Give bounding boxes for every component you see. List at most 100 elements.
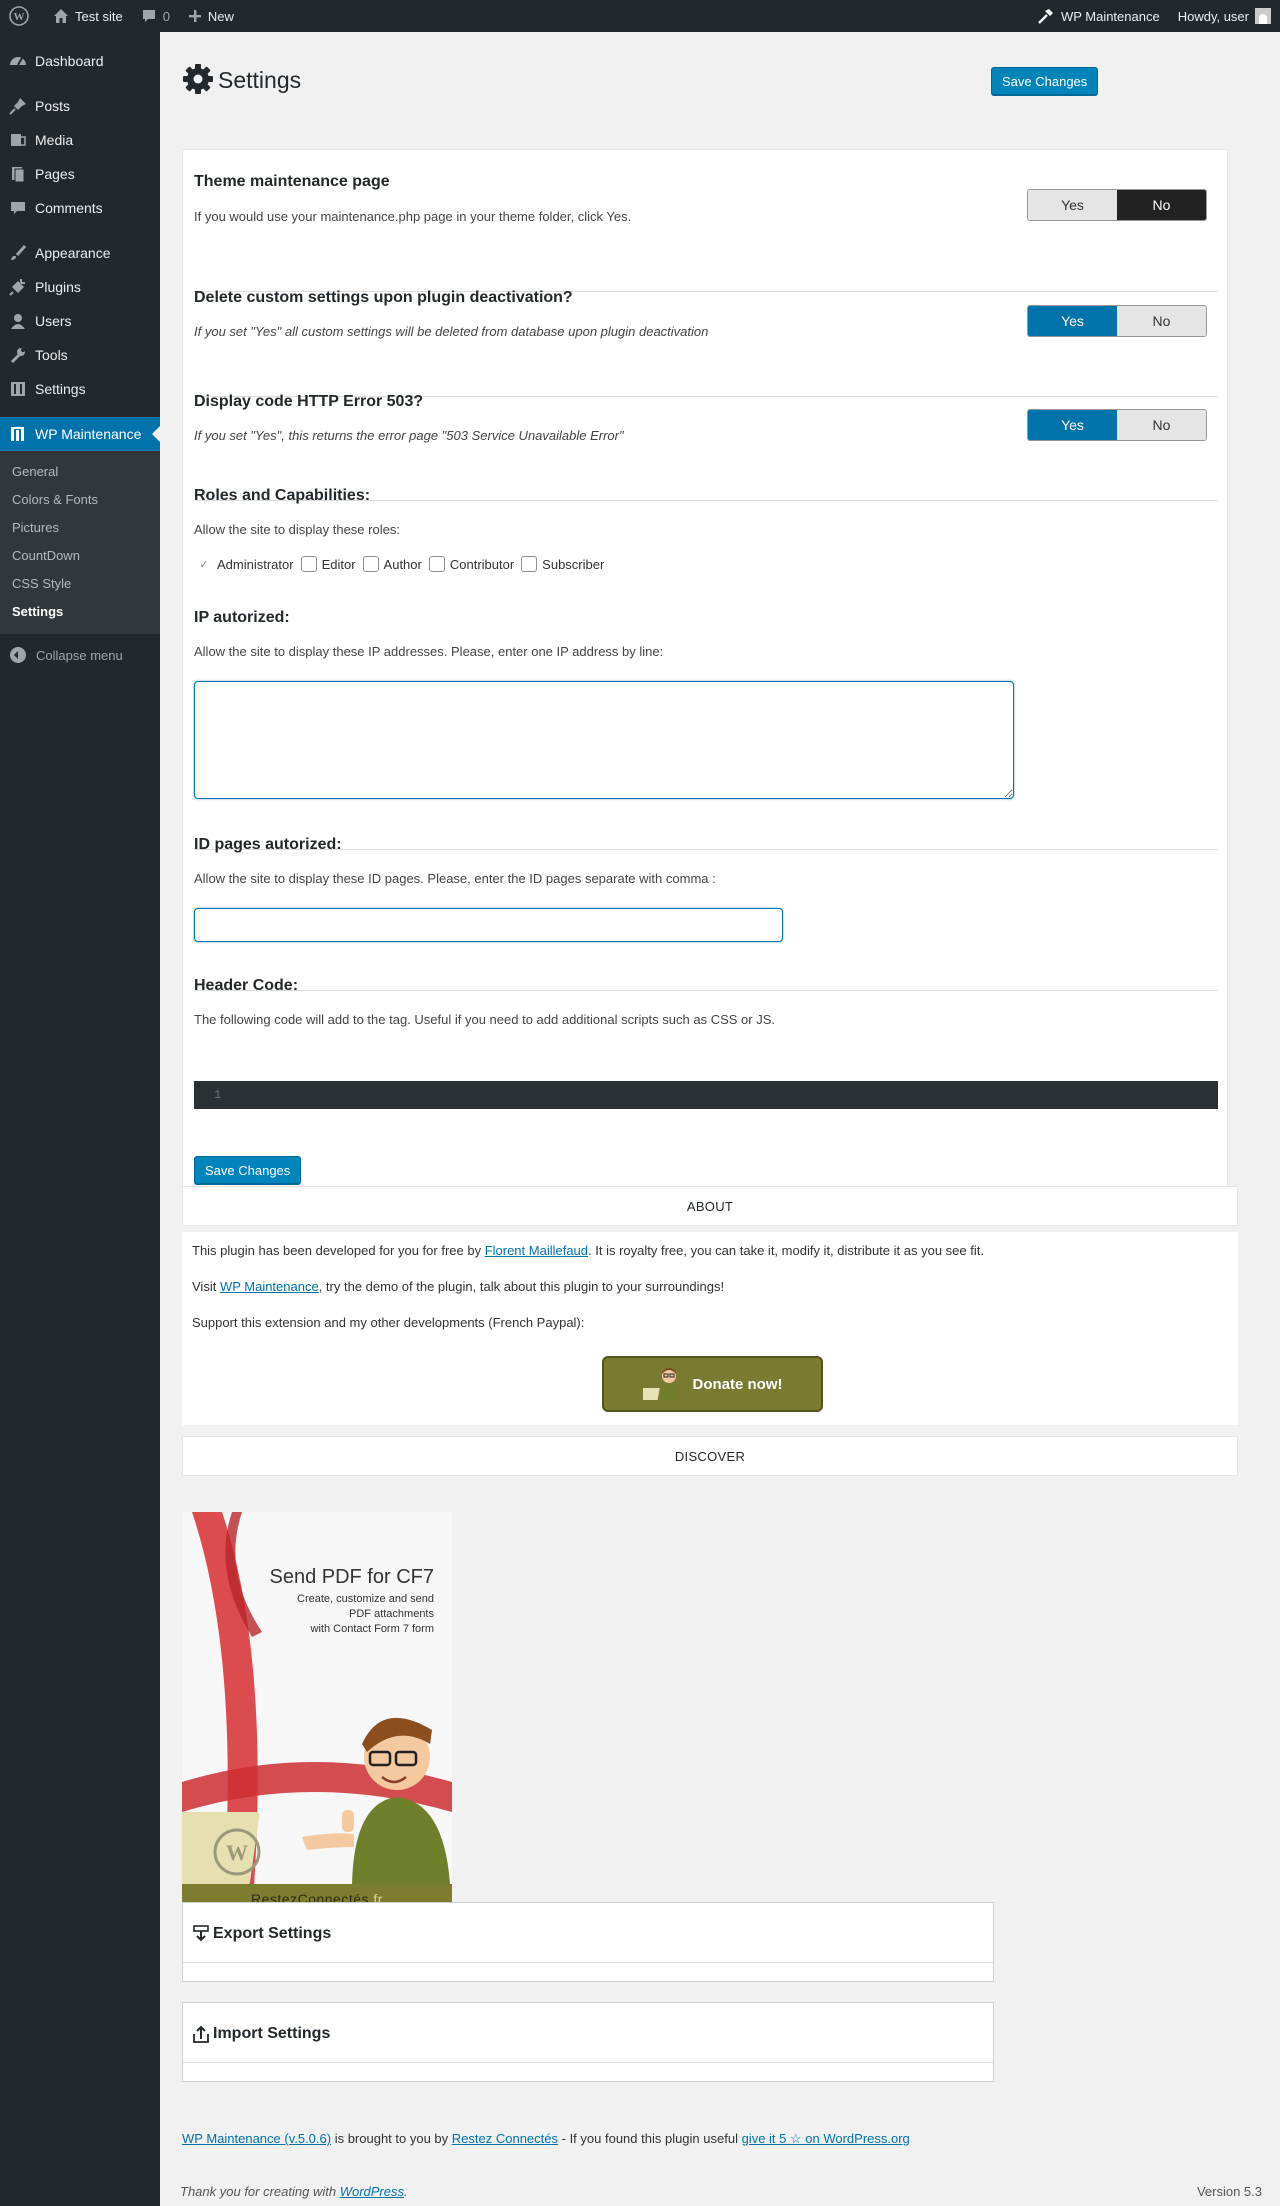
setting-header-code: Header Code: The following code will add… xyxy=(194,977,1218,1027)
comments-link[interactable]: 0 xyxy=(132,0,179,32)
new-label: New xyxy=(207,8,234,24)
text: . xyxy=(404,2184,408,2199)
submenu-colors-fonts[interactable]: Colors & Fonts xyxy=(0,486,160,514)
import-settings-box: Import Settings xyxy=(182,2002,994,2082)
error-503-toggle: Yes No xyxy=(1027,409,1207,441)
avatar xyxy=(1255,8,1271,24)
donate-button[interactable]: Donate now! xyxy=(602,1356,823,1412)
svg-text:W: W xyxy=(226,1840,248,1865)
pages-icon xyxy=(8,164,28,184)
restez-connectes-link[interactable]: Restez Connectés xyxy=(452,2131,558,2146)
wordpress-link[interactable]: WordPress xyxy=(340,2184,404,2199)
author-link[interactable]: Florent Maillefaud xyxy=(485,1243,588,1258)
wp-maintenance-icon xyxy=(8,424,28,444)
import-settings-header[interactable]: Import Settings xyxy=(193,2025,330,2043)
comments-icon xyxy=(8,198,28,218)
admin-bar: W Test site 0 New WP Maintenance Howdy, … xyxy=(0,0,1280,32)
sidebar-item-media[interactable]: Media xyxy=(0,123,160,157)
setting-title: Roles and Capabilities: xyxy=(194,487,371,504)
toggle-no[interactable]: No xyxy=(1117,306,1206,336)
save-changes-button-bottom[interactable]: Save Changes xyxy=(194,1156,302,1184)
setting-theme-page: Theme maintenance page If you would use … xyxy=(194,173,1218,224)
paintbrush-icon xyxy=(8,243,28,263)
page-header: Settings xyxy=(182,63,301,98)
ip-addresses-textarea[interactable] xyxy=(194,681,1014,799)
settings-panel: Theme maintenance page If you would use … xyxy=(182,149,1228,1187)
donate-character-icon xyxy=(637,1364,683,1404)
roles-checkboxes: ✓ Administrator Editor Author Contributor… xyxy=(194,556,1218,572)
wrench-icon xyxy=(8,345,28,365)
sidebar-item-dashboard[interactable]: Dashboard xyxy=(0,44,160,78)
import-settings-title: Import Settings xyxy=(213,2025,331,2042)
sidebar-item-appearance[interactable]: Appearance xyxy=(0,236,160,270)
sidebar-item-pages[interactable]: Pages xyxy=(0,157,160,191)
sidebar-item-users[interactable]: Users xyxy=(0,304,160,338)
role-label: Subscriber xyxy=(542,556,605,572)
text: This plugin has been developed for you f… xyxy=(192,1243,485,1258)
export-settings-header[interactable]: Export Settings xyxy=(193,1925,331,1943)
ad-line: with Contact Form 7 form xyxy=(310,1623,434,1635)
sidebar-item-label: Comments xyxy=(35,200,103,216)
wp-maintenance-link[interactable]: WP Maintenance xyxy=(220,1279,319,1294)
sidebar-item-label: Plugins xyxy=(35,279,81,295)
dashboard-icon xyxy=(8,51,28,71)
sidebar-item-tools[interactable]: Tools xyxy=(0,338,160,372)
role-label: Contributor xyxy=(449,556,515,572)
sidebar-item-label: Media xyxy=(35,132,74,148)
hammer-icon xyxy=(1037,7,1055,25)
new-content-link[interactable]: New xyxy=(179,0,243,32)
setting-error-503: Display code HTTP Error 503? If you set … xyxy=(194,393,1218,443)
setting-id-pages: ID pages autorized: Allow the site to di… xyxy=(194,836,1218,886)
checkbox-subscriber[interactable] xyxy=(521,556,538,572)
checkbox-contributor[interactable] xyxy=(428,556,445,572)
toggle-no[interactable]: No xyxy=(1117,190,1206,220)
submenu-countdown[interactable]: CountDown xyxy=(0,542,160,570)
sidebar-item-comments[interactable]: Comments xyxy=(0,191,160,225)
site-name-link[interactable]: Test site xyxy=(44,0,132,32)
main-content: Settings Save Changes Theme maintenance … xyxy=(160,32,1280,2206)
submenu-css-style[interactable]: CSS Style xyxy=(0,570,160,598)
about-body: This plugin has been developed for you f… xyxy=(182,1232,1238,1425)
wp-maintenance-adminbar-link[interactable]: WP Maintenance xyxy=(1028,0,1169,32)
page-title: Settings xyxy=(218,67,302,93)
divider xyxy=(183,1962,993,1963)
submenu-pictures[interactable]: Pictures xyxy=(0,514,160,542)
export-settings-box: Export Settings xyxy=(182,1902,994,1982)
sidebar-item-wp-maintenance[interactable]: WP Maintenance xyxy=(0,417,160,451)
plugin-version-link[interactable]: WP Maintenance (v.5.0.6) xyxy=(182,2131,331,2146)
sidebar-item-plugins[interactable]: Plugins xyxy=(0,270,160,304)
submenu-settings[interactable]: Settings xyxy=(0,598,160,626)
donate-label: Donate now! xyxy=(692,1375,783,1393)
my-account-link[interactable]: Howdy, user xyxy=(1169,0,1280,32)
about-paragraph-1: This plugin has been developed for you f… xyxy=(192,1243,1228,1258)
sidebar-item-settings[interactable]: Settings xyxy=(0,372,160,406)
collapse-menu-button[interactable]: Collapse menu xyxy=(0,638,160,672)
setting-delete-settings: Delete custom settings upon plugin deact… xyxy=(194,289,1218,339)
toggle-no[interactable]: No xyxy=(1117,410,1206,440)
sidebar-item-label: Appearance xyxy=(35,245,111,261)
rate-plugin-link[interactable]: give it 5 ☆ on WordPress.org xyxy=(742,2131,910,2146)
id-pages-input[interactable] xyxy=(194,908,783,942)
setting-description: Allow the site to display these roles: xyxy=(194,522,400,537)
ad-title: Send PDF for CF7 xyxy=(269,1566,434,1588)
ad-subtitle: Create, customize and send PDF attachmen… xyxy=(182,1592,434,1637)
setting-title: ID pages autorized: xyxy=(194,836,342,853)
checkbox-administrator[interactable]: ✓ xyxy=(196,556,212,572)
sidebar-item-label: Dashboard xyxy=(35,53,104,69)
wordpress-logo-button[interactable]: W xyxy=(0,0,44,32)
toggle-yes[interactable]: Yes xyxy=(1028,190,1117,220)
checkbox-editor[interactable] xyxy=(300,556,317,572)
toggle-yes[interactable]: Yes xyxy=(1028,306,1117,336)
divider xyxy=(183,2062,993,2063)
save-changes-button-top[interactable]: Save Changes xyxy=(991,67,1099,95)
collapse-arrow-icon xyxy=(10,647,26,663)
checkbox-author[interactable] xyxy=(362,556,379,572)
text: Thank you for creating with xyxy=(180,2184,340,2199)
sidebar-item-label: Pages xyxy=(35,166,75,182)
sidebar-item-posts[interactable]: Posts xyxy=(0,89,160,123)
toggle-yes[interactable]: Yes xyxy=(1028,410,1117,440)
send-pdf-ad-banner[interactable]: W Send PDF for CF7 Create, customize and… xyxy=(182,1512,452,1914)
delete-settings-toggle: Yes No xyxy=(1027,305,1207,337)
header-code-editor[interactable]: 1 xyxy=(194,1081,1218,1109)
submenu-general[interactable]: General xyxy=(0,458,160,486)
